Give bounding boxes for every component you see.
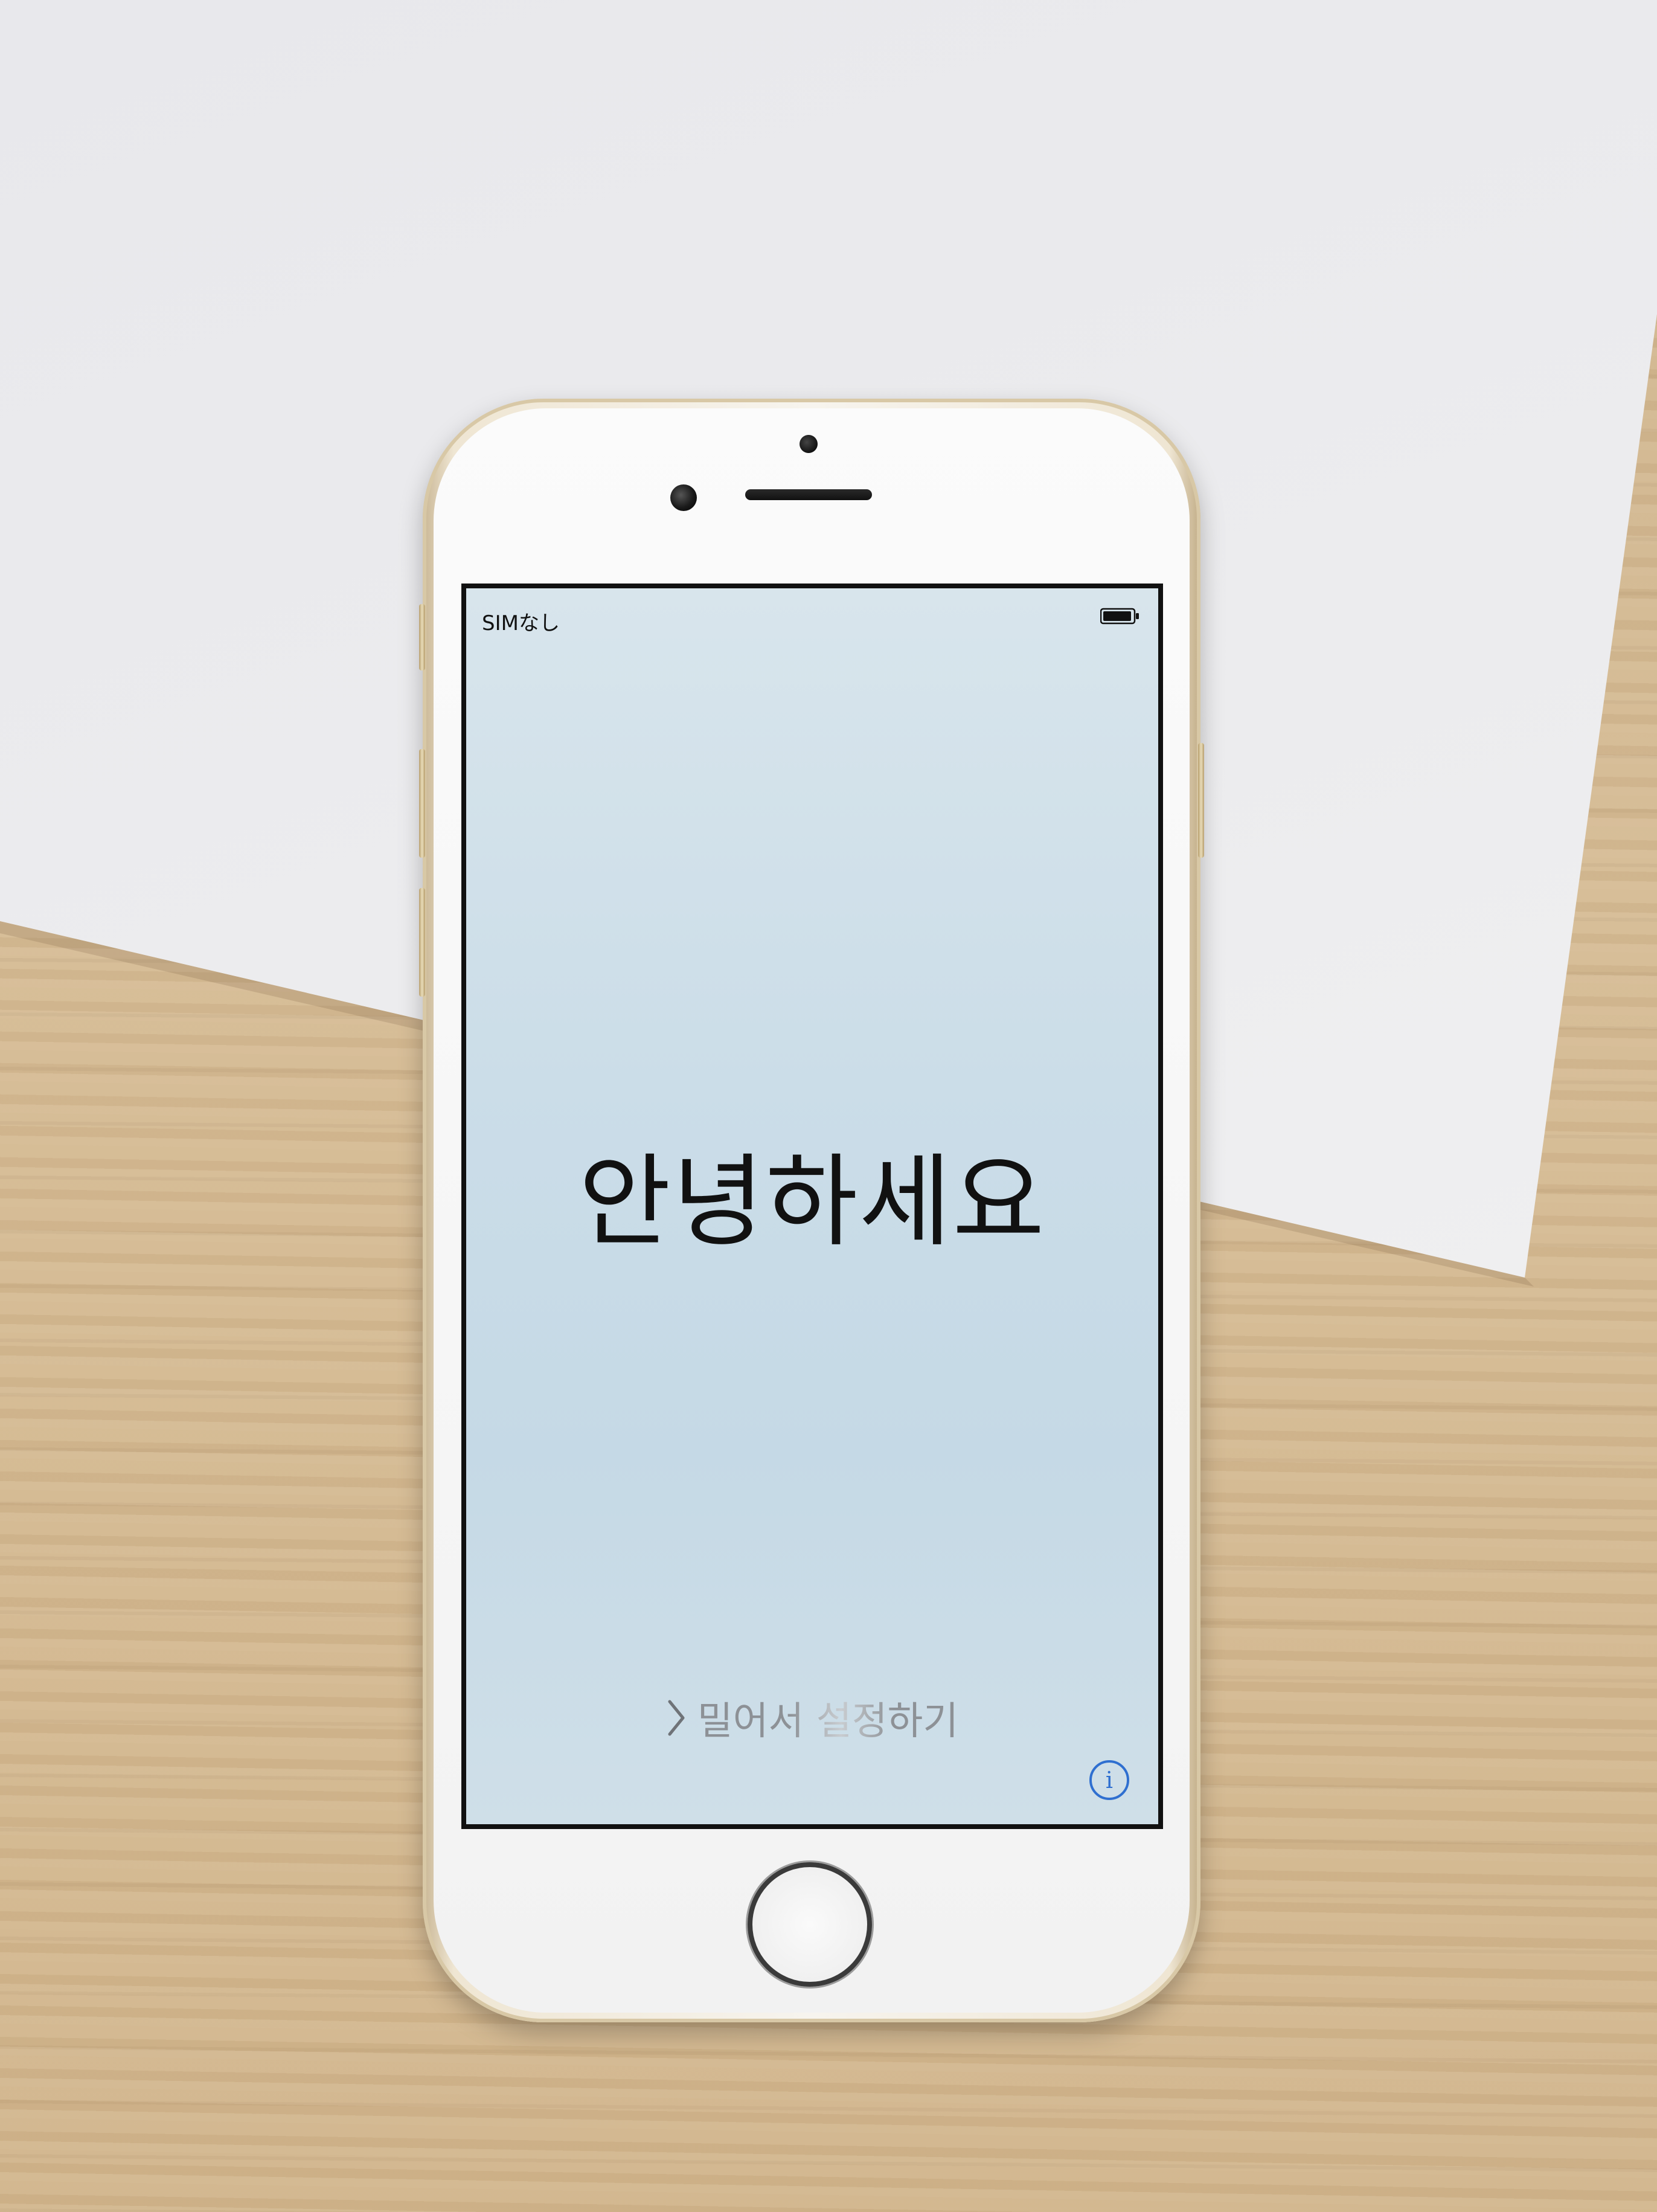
- slide-to-setup[interactable]: 밀어서 설정하기: [466, 1694, 1158, 1744]
- status-carrier: SIMなし: [482, 611, 560, 635]
- phone-screen[interactable]: SIMなし 안녕하세요 밀어서 설정하기 i: [461, 584, 1163, 1829]
- mute-switch[interactable]: [419, 604, 425, 670]
- front-camera-icon: [670, 484, 697, 511]
- home-button[interactable]: [748, 1862, 872, 1987]
- volume-down-button[interactable]: [419, 888, 425, 997]
- volume-up-button[interactable]: [419, 749, 425, 858]
- battery-icon: [1100, 608, 1139, 625]
- earpiece-speaker: [745, 489, 872, 500]
- proximity-sensor: [800, 435, 818, 453]
- power-button[interactable]: [1198, 743, 1204, 858]
- info-icon[interactable]: i: [1088, 1759, 1130, 1801]
- info-glyph: i: [1106, 1767, 1113, 1793]
- greeting-title: 안녕하세요: [579, 1144, 1046, 1261]
- slide-to-setup-label: 밀어서 설정하기: [697, 1690, 959, 1746]
- chevron-right-icon: [668, 1700, 685, 1736]
